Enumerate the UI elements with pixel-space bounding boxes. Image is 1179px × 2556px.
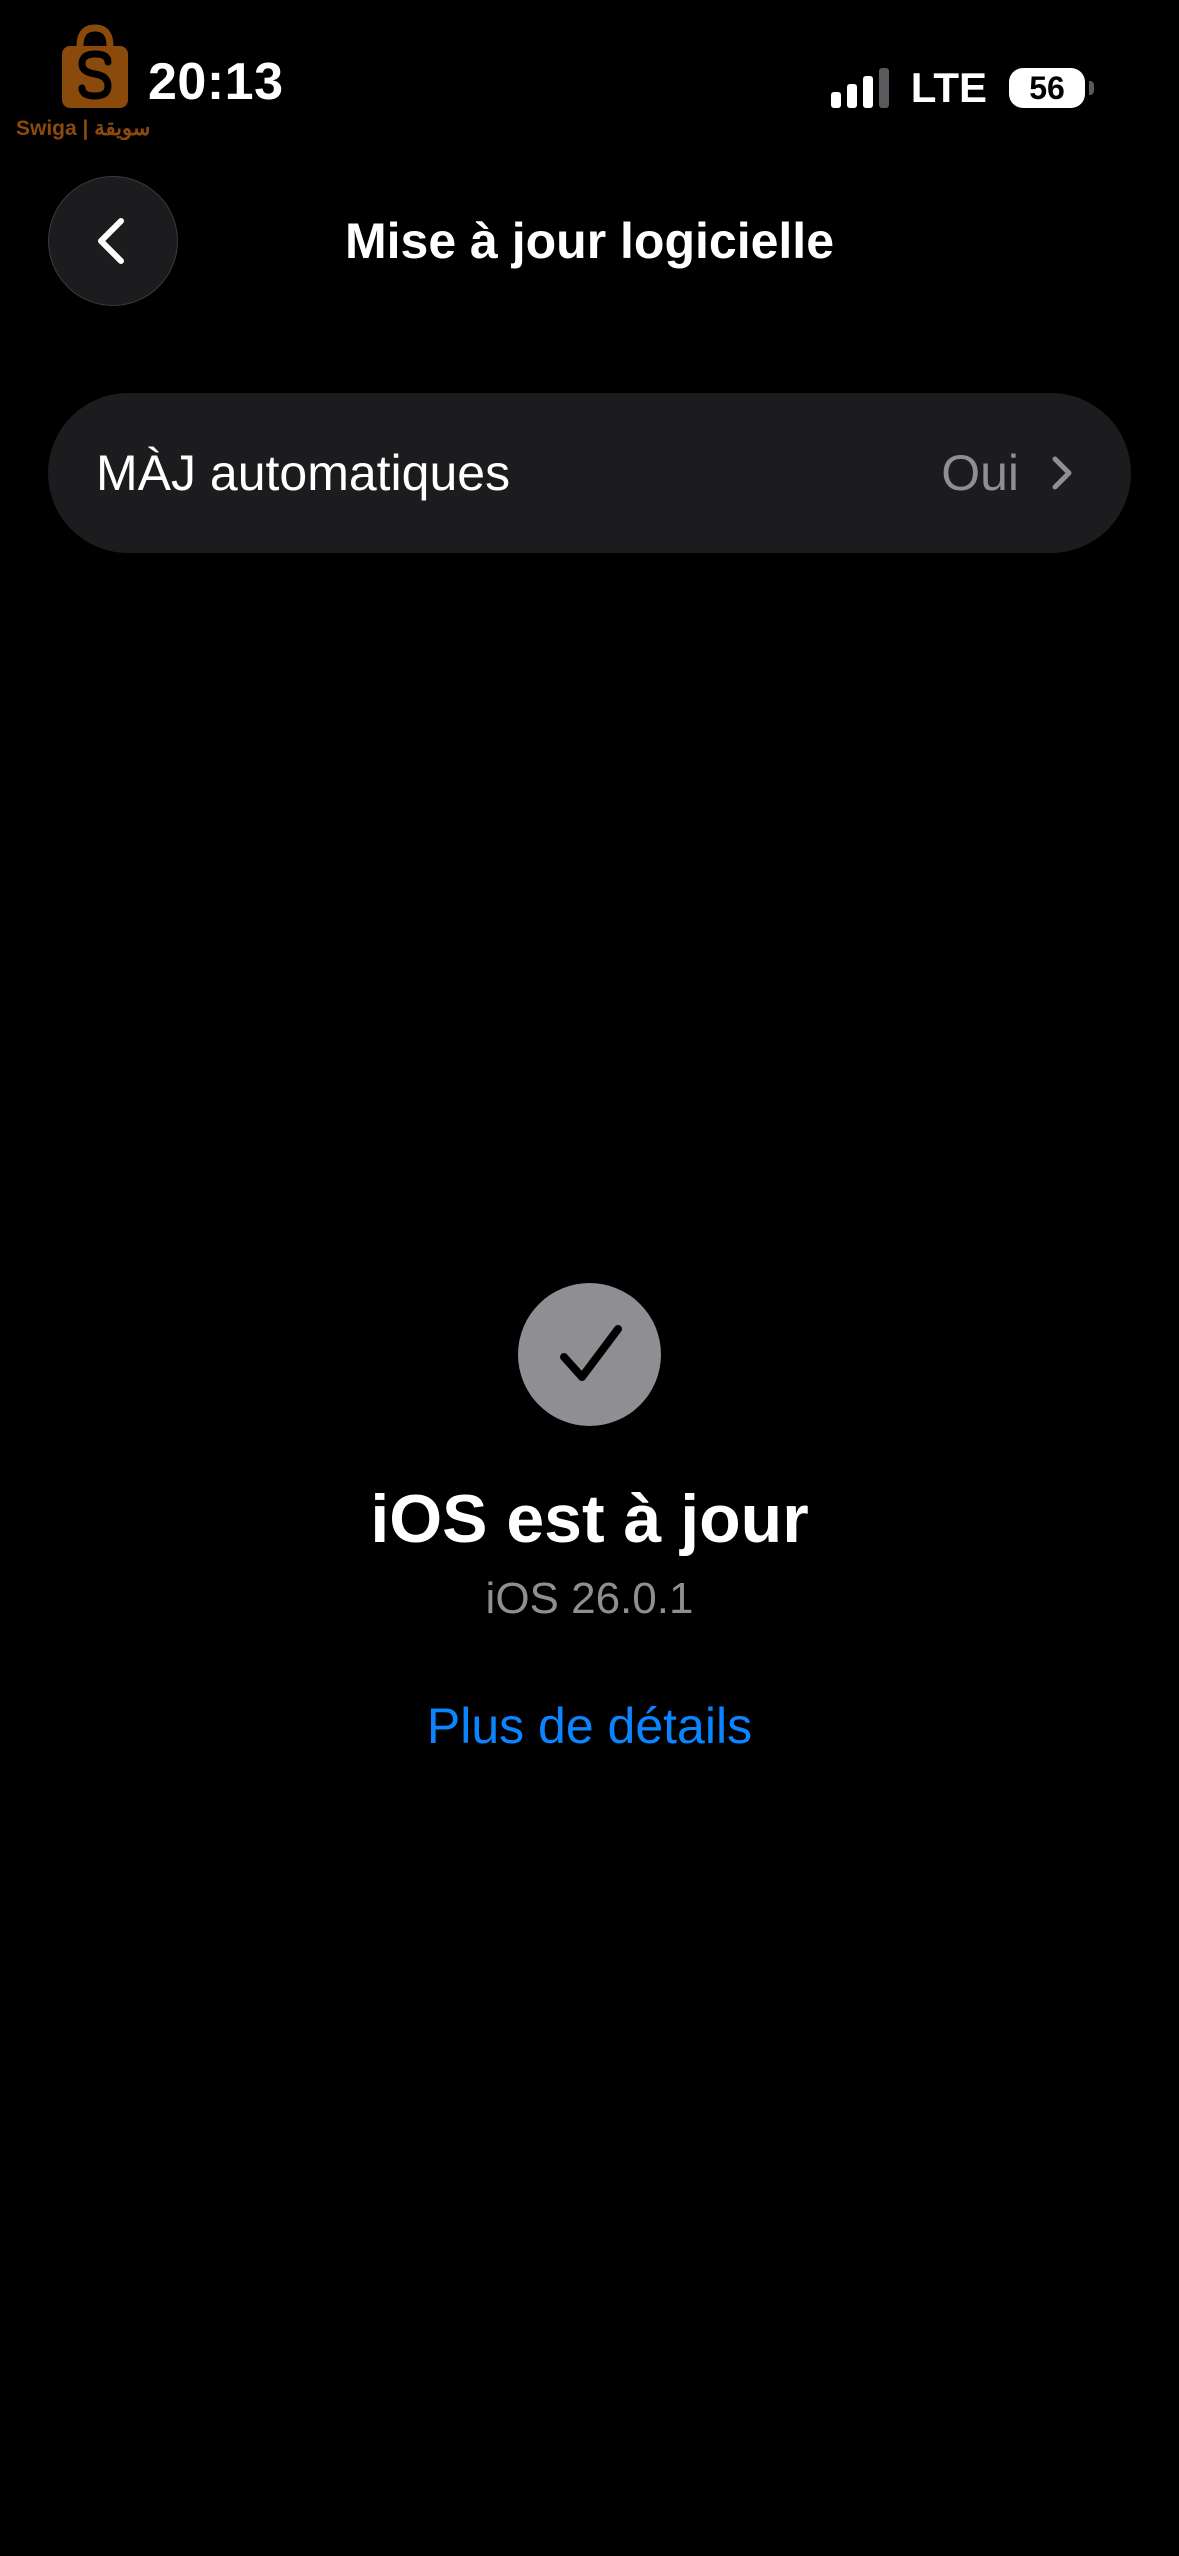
cellular-signal-icon <box>830 68 889 108</box>
more-details-link[interactable]: Plus de détails <box>0 1697 1179 1755</box>
watermark-wordmark: Swiga | سويقة <box>16 117 150 140</box>
page-title: Mise à jour logicielle <box>344 213 835 269</box>
auto-updates-row[interactable]: MÀJ automatiques Oui <box>48 393 1131 553</box>
ios-version: iOS 26.0.1 <box>485 1574 694 1623</box>
svg-text:Swiga | سويقة: Swiga | سويقة <box>16 117 150 140</box>
battery-level: 56 <box>1029 69 1065 106</box>
battery-icon: 56 <box>1009 68 1094 108</box>
auto-updates-value: Oui <box>941 445 1019 501</box>
status-time: 20:13 <box>148 53 284 111</box>
auto-updates-label: MÀJ automatiques <box>96 445 511 501</box>
status-heading: iOS est à jour <box>370 1481 809 1557</box>
network-type: LTE <box>910 64 987 111</box>
checkmark-icon <box>559 1324 622 1381</box>
status-indicators: LTE 56 <box>830 60 1094 116</box>
shopping-bag-logo-icon <box>62 24 128 108</box>
checkmark-badge <box>518 1283 661 1426</box>
chevron-right-icon <box>1052 456 1072 490</box>
